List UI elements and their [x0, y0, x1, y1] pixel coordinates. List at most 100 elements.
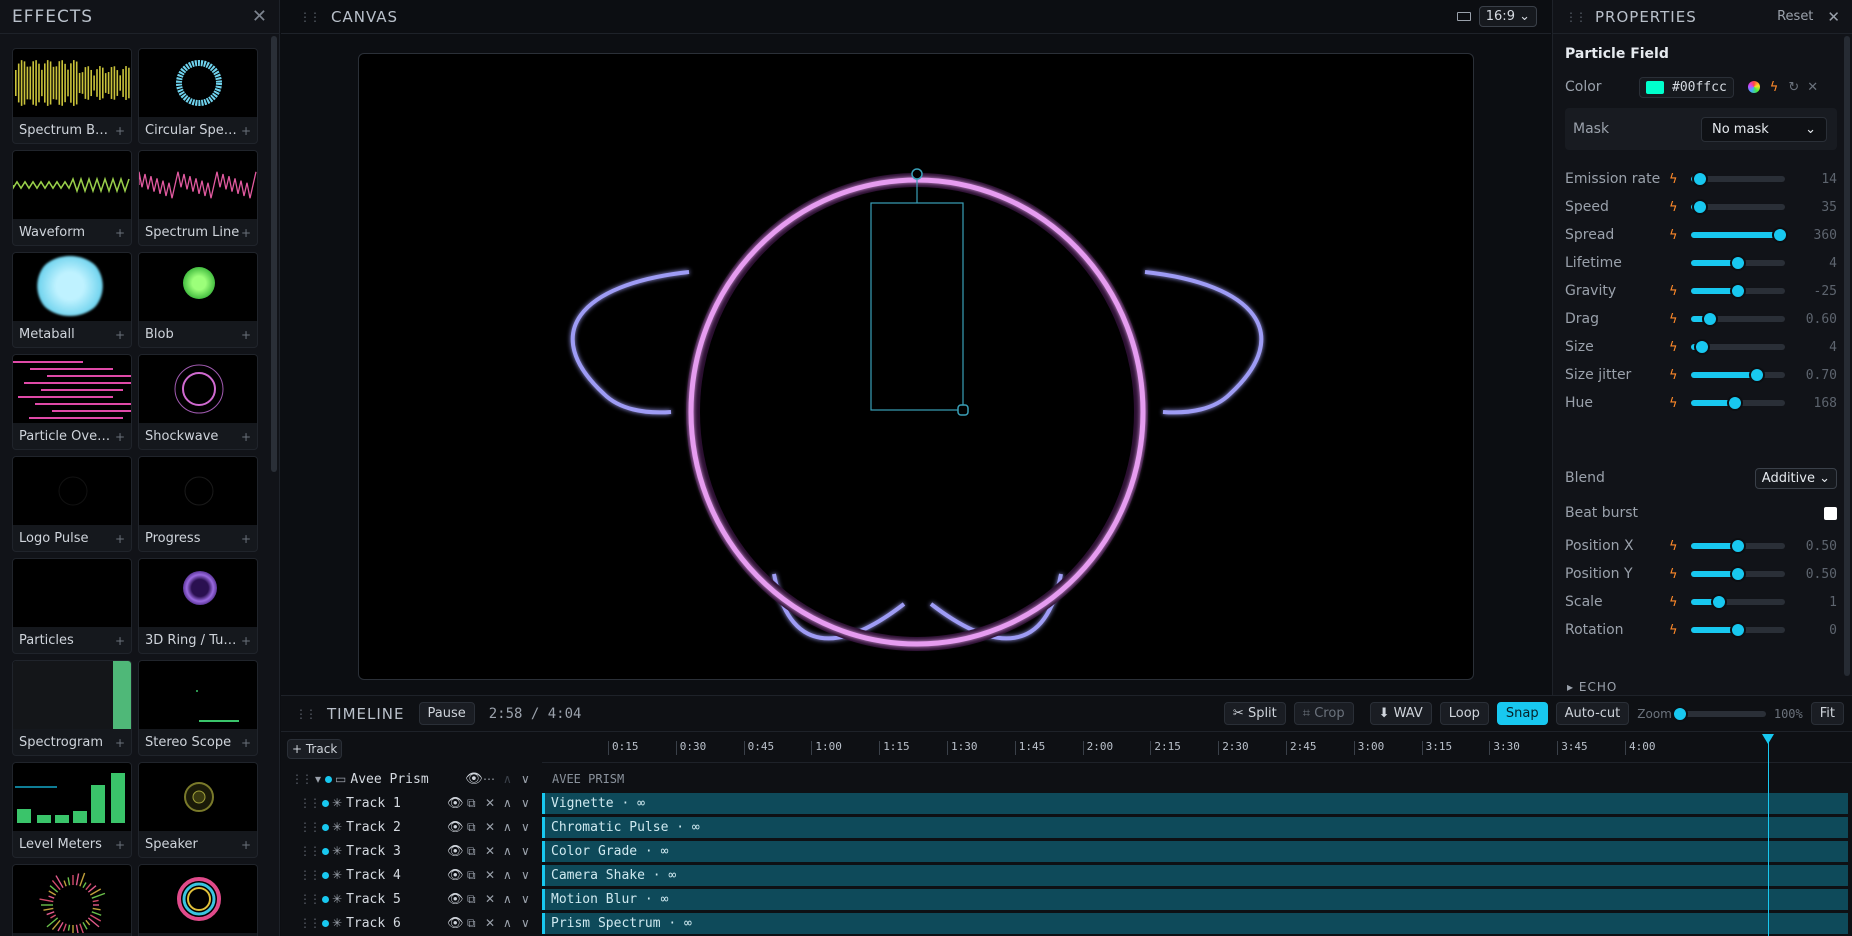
delete-icon[interactable]: ✕: [485, 916, 495, 930]
delete-icon[interactable]: ✕: [485, 820, 495, 834]
effect-card[interactable]: [138, 864, 258, 936]
track-clip[interactable]: Camera Shake · ∞: [542, 864, 1848, 886]
param-slider[interactable]: [1691, 622, 1785, 638]
add-effect-icon[interactable]: +: [115, 532, 125, 546]
playhead-handle[interactable]: [1762, 734, 1774, 744]
param-slider[interactable]: [1691, 311, 1785, 327]
blend-select[interactable]: Additive ⌄: [1754, 467, 1837, 489]
color-swatch[interactable]: [1646, 80, 1664, 94]
effect-card[interactable]: Particles +: [12, 558, 132, 654]
add-effect-icon[interactable]: +: [241, 328, 251, 342]
slider-knob[interactable]: [1748, 367, 1765, 383]
rotate-handle[interactable]: [911, 168, 923, 180]
move-down-icon[interactable]: ∨: [521, 844, 530, 858]
param-slider[interactable]: [1691, 395, 1785, 411]
echo-section[interactable]: ▸ ECHO: [1567, 680, 1617, 694]
move-down-icon[interactable]: ∨: [521, 916, 530, 930]
add-effect-icon[interactable]: +: [241, 838, 251, 852]
add-effect-icon[interactable]: +: [241, 226, 251, 240]
drag-handle-icon[interactable]: ⋮⋮: [1565, 10, 1587, 24]
param-slider[interactable]: [1691, 171, 1785, 187]
snap-button[interactable]: Snap: [1496, 702, 1548, 725]
drag-handle-icon[interactable]: ⋮⋮: [299, 892, 321, 906]
slider-knob[interactable]: [1730, 566, 1746, 582]
bolt-icon[interactable]: ϟ: [1669, 200, 1691, 215]
move-down-icon[interactable]: ∨: [521, 772, 530, 786]
effect-card[interactable]: Logo Pulse +: [12, 456, 132, 552]
track-clip[interactable]: Color Grade · ∞: [542, 840, 1848, 862]
drag-handle-icon[interactable]: ⋮⋮: [299, 796, 321, 810]
add-track-button[interactable]: + Track: [287, 739, 343, 759]
track-clip[interactable]: Chromatic Pulse · ∞: [542, 816, 1848, 838]
param-slider[interactable]: [1691, 538, 1785, 554]
param-slider[interactable]: [1691, 227, 1789, 243]
effect-card[interactable]: Spectrum Line +: [138, 150, 258, 246]
aspect-select[interactable]: 16:9 ⌄: [1478, 6, 1537, 27]
eye-icon[interactable]: 👁: [465, 771, 483, 787]
move-down-icon[interactable]: ∨: [521, 892, 530, 906]
track-clip[interactable]: Prism Spectrum · ∞: [542, 912, 1848, 934]
move-up-icon[interactable]: ∧: [503, 916, 512, 930]
autocut-button[interactable]: Auto-cut: [1555, 702, 1630, 725]
add-effect-icon[interactable]: +: [115, 838, 125, 852]
effect-card[interactable]: Speaker +: [138, 762, 258, 858]
loop-button[interactable]: Loop: [1439, 702, 1489, 725]
slider-knob[interactable]: [1694, 339, 1711, 355]
eye-icon[interactable]: 👁: [447, 844, 464, 859]
more-icon[interactable]: ⋯: [483, 772, 495, 786]
effect-card[interactable]: Blob +: [138, 252, 258, 348]
add-effect-icon[interactable]: +: [115, 328, 125, 342]
wav-button[interactable]: ⬇ WAV: [1369, 702, 1432, 725]
effect-card[interactable]: [12, 864, 132, 936]
duplicate-icon[interactable]: ⧉: [467, 916, 476, 931]
slider-knob[interactable]: [1727, 395, 1744, 411]
zoom-slider[interactable]: [1671, 705, 1766, 722]
param-slider[interactable]: [1691, 255, 1785, 271]
delete-icon[interactable]: ✕: [485, 868, 495, 882]
bolt-icon[interactable]: ϟ: [1669, 228, 1691, 243]
move-down-icon[interactable]: ∨: [521, 820, 530, 834]
eye-icon[interactable]: 👁: [447, 916, 464, 931]
reset-button[interactable]: Reset: [1777, 9, 1813, 24]
duplicate-icon[interactable]: ⧉: [467, 844, 476, 859]
effect-card[interactable]: Metaball +: [12, 252, 132, 348]
effect-card[interactable]: Progress +: [138, 456, 258, 552]
add-effect-icon[interactable]: +: [115, 124, 125, 138]
eye-icon[interactable]: 👁: [447, 796, 464, 811]
properties-scrollbar[interactable]: [1844, 36, 1850, 676]
drag-handle-icon[interactable]: ⋮⋮: [299, 844, 321, 858]
param-slider[interactable]: [1691, 283, 1785, 299]
add-effect-icon[interactable]: +: [241, 736, 251, 750]
param-slider[interactable]: [1691, 339, 1785, 355]
delete-icon[interactable]: ✕: [485, 796, 495, 810]
effect-card[interactable]: Circular Spect… +: [138, 48, 258, 144]
duplicate-icon[interactable]: ⧉: [467, 820, 476, 835]
split-button[interactable]: ✂ Split: [1223, 702, 1286, 725]
add-effect-icon[interactable]: +: [115, 736, 125, 750]
effects-scrollbar[interactable]: [271, 36, 277, 472]
bolt-icon[interactable]: ϟ: [1669, 172, 1691, 187]
effect-card[interactable]: Stereo Scope +: [138, 660, 258, 756]
duplicate-icon[interactable]: ⧉: [467, 892, 476, 907]
slider-knob[interactable]: [1701, 311, 1718, 327]
bolt-icon[interactable]: ϟ: [1669, 284, 1691, 299]
slider-knob[interactable]: [1730, 255, 1746, 271]
delete-icon[interactable]: ✕: [485, 892, 495, 906]
param-slider[interactable]: [1691, 566, 1785, 582]
playhead[interactable]: [1762, 734, 1774, 936]
param-slider[interactable]: [1691, 367, 1785, 383]
track-clip[interactable]: Vignette · ∞: [542, 792, 1848, 814]
color-field[interactable]: #00ffcc: [1639, 76, 1734, 98]
zoom-knob[interactable]: [1671, 705, 1688, 722]
param-slider[interactable]: [1691, 199, 1785, 215]
move-up-icon[interactable]: ∧: [503, 868, 512, 882]
add-effect-icon[interactable]: +: [115, 226, 125, 240]
mask-select[interactable]: No mask ⌄: [1701, 116, 1827, 142]
add-effect-icon[interactable]: +: [241, 124, 251, 138]
delete-icon[interactable]: ✕: [485, 844, 495, 858]
duplicate-icon[interactable]: ⧉: [467, 868, 476, 883]
clear-icon[interactable]: ✕: [1807, 80, 1818, 95]
bolt-icon[interactable]: ϟ: [1669, 539, 1691, 554]
effect-card[interactable]: Spectrum Bars +: [12, 48, 132, 144]
slider-knob[interactable]: [1730, 622, 1746, 638]
